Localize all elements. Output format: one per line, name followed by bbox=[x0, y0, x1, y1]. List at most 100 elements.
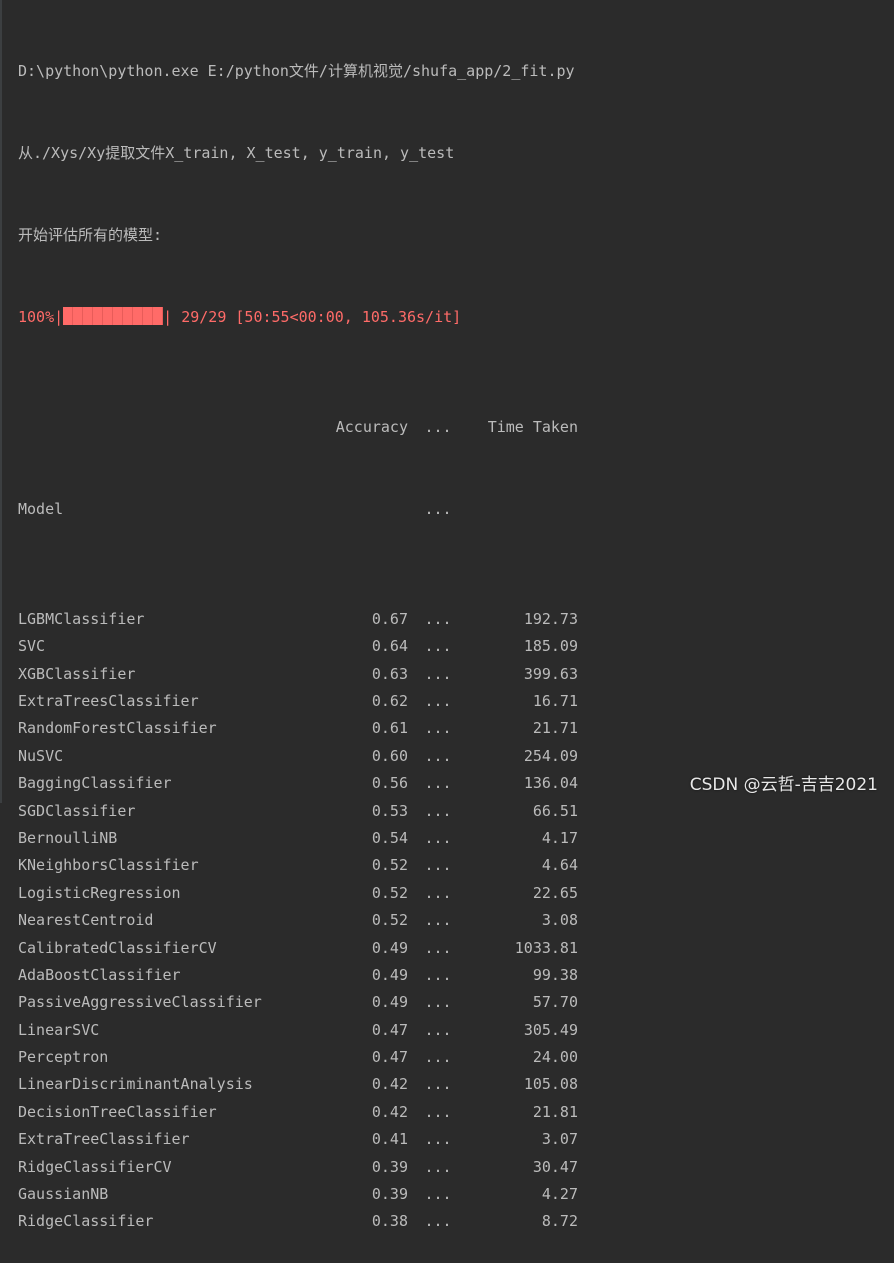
model-name: Perceptron bbox=[18, 1048, 109, 1067]
model-name: CalibratedClassifierCV bbox=[18, 938, 217, 957]
table-row: ExtraTreesClassifier 0.62... 16.71 bbox=[18, 688, 894, 715]
table-row: RidgeClassifier 0.38... 8.72 bbox=[18, 1208, 894, 1235]
ellipsis: ... bbox=[424, 856, 452, 875]
model-name: DecisionTreeClassifier bbox=[18, 1102, 217, 1121]
load-message: 从./Xys/Xy提取文件X_train, X_test, y_train, y… bbox=[18, 144, 455, 163]
table-row: SGDClassifier 0.53... 66.51 bbox=[18, 798, 894, 825]
ellipsis: ... bbox=[424, 1075, 452, 1094]
accuracy-value: 0.52 bbox=[371, 856, 408, 875]
accuracy-value: 0.39 bbox=[371, 1185, 408, 1204]
accuracy-value: 0.41 bbox=[371, 1130, 408, 1149]
accuracy-value: 0.52 bbox=[371, 911, 408, 930]
index-label: Model bbox=[18, 500, 64, 519]
model-name: XGBClassifier bbox=[18, 664, 136, 683]
accuracy-value: 0.39 bbox=[371, 1157, 408, 1176]
header-accuracy: Accuracy bbox=[335, 418, 408, 437]
time-taken-value: 4.27 bbox=[541, 1185, 578, 1204]
time-taken-value: 254.09 bbox=[523, 746, 578, 765]
model-name: GaussianNB bbox=[18, 1185, 109, 1204]
accuracy-value: 0.61 bbox=[371, 719, 408, 738]
time-taken-value: 105.08 bbox=[523, 1075, 578, 1094]
model-name: ExtraTreesClassifier bbox=[18, 692, 199, 711]
accuracy-value: 0.64 bbox=[371, 637, 408, 656]
table-row: NuSVC 0.60... 254.09 bbox=[18, 743, 894, 770]
time-taken-value: 8.72 bbox=[541, 1212, 578, 1231]
table-row: NearestCentroid 0.52... 3.08 bbox=[18, 907, 894, 934]
model-name: BaggingClassifier bbox=[18, 774, 172, 793]
ellipsis: ... bbox=[424, 1212, 452, 1231]
model-name: KNeighborsClassifier bbox=[18, 856, 199, 875]
ellipsis: ... bbox=[424, 664, 452, 683]
table-row: LinearDiscriminantAnalysis 0.42... 105.08 bbox=[18, 1071, 894, 1098]
accuracy-value: 0.67 bbox=[371, 609, 408, 628]
model-name: LinearSVC bbox=[18, 1020, 100, 1039]
accuracy-value: 0.47 bbox=[371, 1020, 408, 1039]
ellipsis: ... bbox=[424, 1130, 452, 1149]
model-name: NuSVC bbox=[18, 746, 64, 765]
run-console-output[interactable]: D:\python\python.exe E:/python文件/计算机视觉/s… bbox=[18, 3, 894, 1263]
command-line: D:\python\python.exe E:/python文件/计算机视觉/s… bbox=[18, 61, 575, 80]
ellipsis: ... bbox=[424, 801, 452, 820]
time-taken-value: 305.49 bbox=[523, 1020, 578, 1039]
table-row: RandomForestClassifier 0.61... 21.71 bbox=[18, 715, 894, 742]
time-taken-value: 1033.81 bbox=[514, 938, 578, 957]
table-row: LogisticRegression 0.52... 22.65 bbox=[18, 880, 894, 907]
table-row: RidgeClassifierCV 0.39... 30.47 bbox=[18, 1154, 894, 1181]
accuracy-value: 0.49 bbox=[371, 993, 408, 1012]
model-name: SVC bbox=[18, 637, 46, 656]
accuracy-value: 0.60 bbox=[371, 746, 408, 765]
progress-line: 100%| | 29/29 [50:55<00:00, 105.36s/it] bbox=[18, 304, 894, 331]
time-taken-value: 192.73 bbox=[523, 609, 578, 628]
table-row: KNeighborsClassifier 0.52... 4.64 bbox=[18, 852, 894, 879]
accuracy-value: 0.62 bbox=[371, 692, 408, 711]
ellipsis: ... bbox=[424, 828, 452, 847]
accuracy-value: 0.38 bbox=[371, 1212, 408, 1231]
time-taken-value: 99.38 bbox=[532, 965, 578, 984]
ellipsis: ... bbox=[424, 1020, 452, 1039]
time-taken-value: 57.70 bbox=[532, 993, 578, 1012]
table-row: PassiveAggressiveClassifier 0.49... 57.70 bbox=[18, 989, 894, 1016]
accuracy-value: 0.49 bbox=[371, 938, 408, 957]
model-name: PassiveAggressiveClassifier bbox=[18, 993, 262, 1012]
time-taken-value: 30.47 bbox=[532, 1157, 578, 1176]
ellipsis: ... bbox=[424, 1185, 452, 1204]
table-row: BernoulliNB 0.54... 4.17 bbox=[18, 825, 894, 852]
model-name: LinearDiscriminantAnalysis bbox=[18, 1075, 253, 1094]
model-name: AdaBoostClassifier bbox=[18, 965, 181, 984]
table-row: ExtraTreeClassifier 0.41... 3.07 bbox=[18, 1126, 894, 1153]
model-name: RandomForestClassifier bbox=[18, 719, 217, 738]
table-row: DecisionTreeClassifier 0.42... 21.81 bbox=[18, 1099, 894, 1126]
model-name: BernoulliNB bbox=[18, 828, 118, 847]
table-header: Accuracy ... Time Taken bbox=[18, 414, 894, 441]
time-taken-value: 136.04 bbox=[523, 774, 578, 793]
index-ellipsis: ... bbox=[424, 500, 452, 519]
accuracy-value: 0.49 bbox=[371, 965, 408, 984]
csdn-watermark: CSDN @云哲-吉吉2021 bbox=[689, 775, 878, 795]
header-time-taken: Time Taken bbox=[487, 418, 578, 437]
time-taken-value: 399.63 bbox=[523, 664, 578, 683]
time-taken-value: 16.71 bbox=[532, 692, 578, 711]
ellipsis: ... bbox=[424, 637, 452, 656]
time-taken-value: 24.00 bbox=[532, 1048, 578, 1067]
table-row: AdaBoostClassifier 0.49... 99.38 bbox=[18, 962, 894, 989]
accuracy-value: 0.53 bbox=[371, 801, 408, 820]
time-taken-value: 185.09 bbox=[523, 637, 578, 656]
results-table-body: LGBMClassifier 0.67... 192.73 SVC 0.64... 185… bbox=[18, 606, 894, 1236]
table-row: LinearSVC 0.47... 305.49 bbox=[18, 1017, 894, 1044]
ellipsis: ... bbox=[424, 911, 452, 930]
ellipsis: ... bbox=[424, 609, 452, 628]
time-taken-value: 4.64 bbox=[541, 856, 578, 875]
accuracy-value: 0.63 bbox=[371, 664, 408, 683]
model-name: ExtraTreeClassifier bbox=[18, 1130, 190, 1149]
ellipsis: ... bbox=[424, 938, 452, 957]
ellipsis: ... bbox=[424, 993, 452, 1012]
ellipsis: ... bbox=[424, 1102, 452, 1121]
model-name: RidgeClassifierCV bbox=[18, 1157, 172, 1176]
header-ellipsis: ... bbox=[424, 418, 452, 437]
model-name: SGDClassifier bbox=[18, 801, 136, 820]
ellipsis: ... bbox=[424, 965, 452, 984]
accuracy-value: 0.47 bbox=[371, 1048, 408, 1067]
model-name: NearestCentroid bbox=[18, 911, 154, 930]
time-taken-value: 21.71 bbox=[532, 719, 578, 738]
progress-status: | 29/29 [50:55<00:00, 105.36s/it] bbox=[163, 308, 462, 327]
